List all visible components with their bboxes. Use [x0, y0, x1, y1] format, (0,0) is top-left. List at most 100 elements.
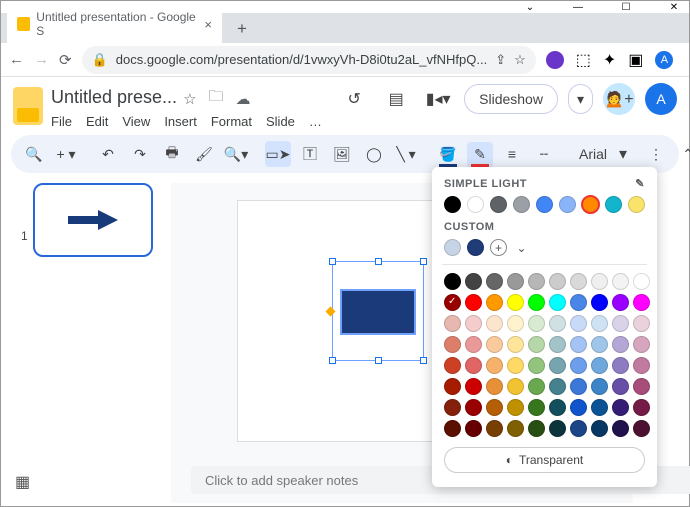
- color-swatch[interactable]: [591, 378, 608, 395]
- color-swatch[interactable]: [444, 294, 461, 311]
- color-swatch[interactable]: [591, 315, 608, 332]
- color-swatch[interactable]: [444, 420, 461, 437]
- paint-format-button[interactable]: 🖌: [191, 141, 217, 167]
- image-tool[interactable]: 🖼: [329, 141, 355, 167]
- color-swatch[interactable]: [528, 420, 545, 437]
- new-tab-button[interactable]: +: [228, 15, 256, 43]
- color-swatch[interactable]: [507, 336, 524, 353]
- forward-button[interactable]: →: [34, 51, 49, 68]
- color-swatch[interactable]: [612, 294, 629, 311]
- color-swatch[interactable]: [570, 399, 587, 416]
- more-tools-icon[interactable]: ⋮: [643, 141, 669, 167]
- add-custom-color-button[interactable]: +: [490, 239, 507, 256]
- color-swatch[interactable]: [444, 315, 461, 332]
- menu-item[interactable]: File: [51, 114, 72, 129]
- new-slide-button[interactable]: + ▾: [53, 141, 79, 167]
- browser-tab[interactable]: Untitled presentation - Google S ×: [7, 5, 222, 43]
- color-swatch[interactable]: [570, 273, 587, 290]
- slide-thumbnail[interactable]: [33, 183, 153, 257]
- color-swatch[interactable]: [528, 357, 545, 374]
- resize-handle[interactable]: [329, 258, 336, 265]
- profile-avatar[interactable]: A: [655, 51, 673, 69]
- theme-color-swatch[interactable]: [444, 196, 461, 213]
- resize-handle[interactable]: [420, 357, 427, 364]
- color-swatch[interactable]: [507, 357, 524, 374]
- collapse-toolbar-icon[interactable]: ⌃: [675, 141, 690, 167]
- menu-item[interactable]: …: [309, 114, 322, 129]
- color-swatch[interactable]: [465, 273, 482, 290]
- address-bar[interactable]: 🔒 docs.google.com/presentation/d/1vwxyVh…: [82, 46, 536, 74]
- selected-shape[interactable]: [340, 289, 416, 335]
- color-swatch[interactable]: [570, 420, 587, 437]
- color-swatch[interactable]: [465, 357, 482, 374]
- color-swatch[interactable]: [486, 399, 503, 416]
- resize-handle[interactable]: [375, 258, 382, 265]
- resize-handle[interactable]: [420, 258, 427, 265]
- color-swatch[interactable]: [549, 357, 566, 374]
- theme-color-swatch[interactable]: [536, 196, 553, 213]
- theme-color-swatch[interactable]: [467, 196, 484, 213]
- color-swatch[interactable]: [570, 336, 587, 353]
- font-family-select[interactable]: Arial: [573, 146, 613, 162]
- theme-color-swatch[interactable]: [490, 196, 507, 213]
- extension-icon[interactable]: [546, 51, 564, 69]
- color-swatch[interactable]: [507, 399, 524, 416]
- color-swatch[interactable]: [465, 399, 482, 416]
- color-swatch[interactable]: [612, 273, 629, 290]
- color-swatch[interactable]: [612, 357, 629, 374]
- grid-view-icon[interactable]: ▦: [15, 472, 30, 492]
- theme-color-swatch[interactable]: [628, 196, 645, 213]
- menu-item[interactable]: View: [122, 114, 150, 129]
- eyedropper-button[interactable]: ⌄: [513, 239, 530, 256]
- color-swatch[interactable]: [633, 420, 650, 437]
- color-swatch[interactable]: [549, 378, 566, 395]
- star-icon[interactable]: ☆: [514, 52, 526, 68]
- color-swatch[interactable]: [528, 399, 545, 416]
- color-swatch[interactable]: [465, 294, 482, 311]
- color-swatch[interactable]: [507, 378, 524, 395]
- account-avatar[interactable]: A: [645, 83, 677, 115]
- color-swatch[interactable]: [612, 420, 629, 437]
- color-swatch[interactable]: [486, 336, 503, 353]
- undo-button[interactable]: ↶: [95, 141, 121, 167]
- custom-color-swatch[interactable]: [467, 239, 484, 256]
- border-dash-button[interactable]: ╌: [531, 141, 557, 167]
- color-swatch[interactable]: [444, 378, 461, 395]
- color-swatch[interactable]: [507, 294, 524, 311]
- color-swatch[interactable]: [444, 336, 461, 353]
- rotation-handle[interactable]: [326, 307, 336, 317]
- line-tool[interactable]: ╲ ▾: [393, 141, 419, 167]
- share-button[interactable]: 🙍+: [603, 83, 635, 115]
- color-swatch[interactable]: [591, 294, 608, 311]
- star-doc-icon[interactable]: ☆: [183, 90, 196, 108]
- color-swatch[interactable]: [633, 399, 650, 416]
- resize-handle[interactable]: [375, 357, 382, 364]
- slides-logo-icon[interactable]: [13, 87, 43, 125]
- color-swatch[interactable]: [528, 315, 545, 332]
- color-swatch[interactable]: [633, 294, 650, 311]
- back-button[interactable]: ←: [9, 51, 24, 68]
- color-swatch[interactable]: [612, 378, 629, 395]
- window-close[interactable]: ✕: [665, 2, 683, 13]
- color-swatch[interactable]: [465, 378, 482, 395]
- color-swatch[interactable]: [486, 273, 503, 290]
- color-swatch[interactable]: [486, 378, 503, 395]
- theme-color-swatch[interactable]: [582, 196, 599, 213]
- close-tab-icon[interactable]: ×: [204, 17, 212, 32]
- color-swatch[interactable]: [486, 294, 503, 311]
- menu-item[interactable]: Format: [211, 114, 252, 129]
- color-swatch[interactable]: [591, 273, 608, 290]
- slideshow-button[interactable]: Slideshow: [464, 84, 558, 114]
- color-swatch[interactable]: [507, 273, 524, 290]
- share-icon[interactable]: ⇪: [495, 52, 506, 68]
- redo-button[interactable]: ↷: [127, 141, 153, 167]
- color-swatch[interactable]: [633, 273, 650, 290]
- meet-icon[interactable]: ▮◂▾: [422, 83, 454, 115]
- edit-theme-icon[interactable]: ✎: [635, 177, 645, 190]
- extensions-icon[interactable]: ✦: [603, 50, 616, 70]
- color-swatch[interactable]: [633, 315, 650, 332]
- color-swatch[interactable]: [570, 357, 587, 374]
- color-swatch[interactable]: [549, 336, 566, 353]
- font-dropdown-icon[interactable]: ▾: [619, 144, 627, 164]
- theme-color-swatch[interactable]: [513, 196, 530, 213]
